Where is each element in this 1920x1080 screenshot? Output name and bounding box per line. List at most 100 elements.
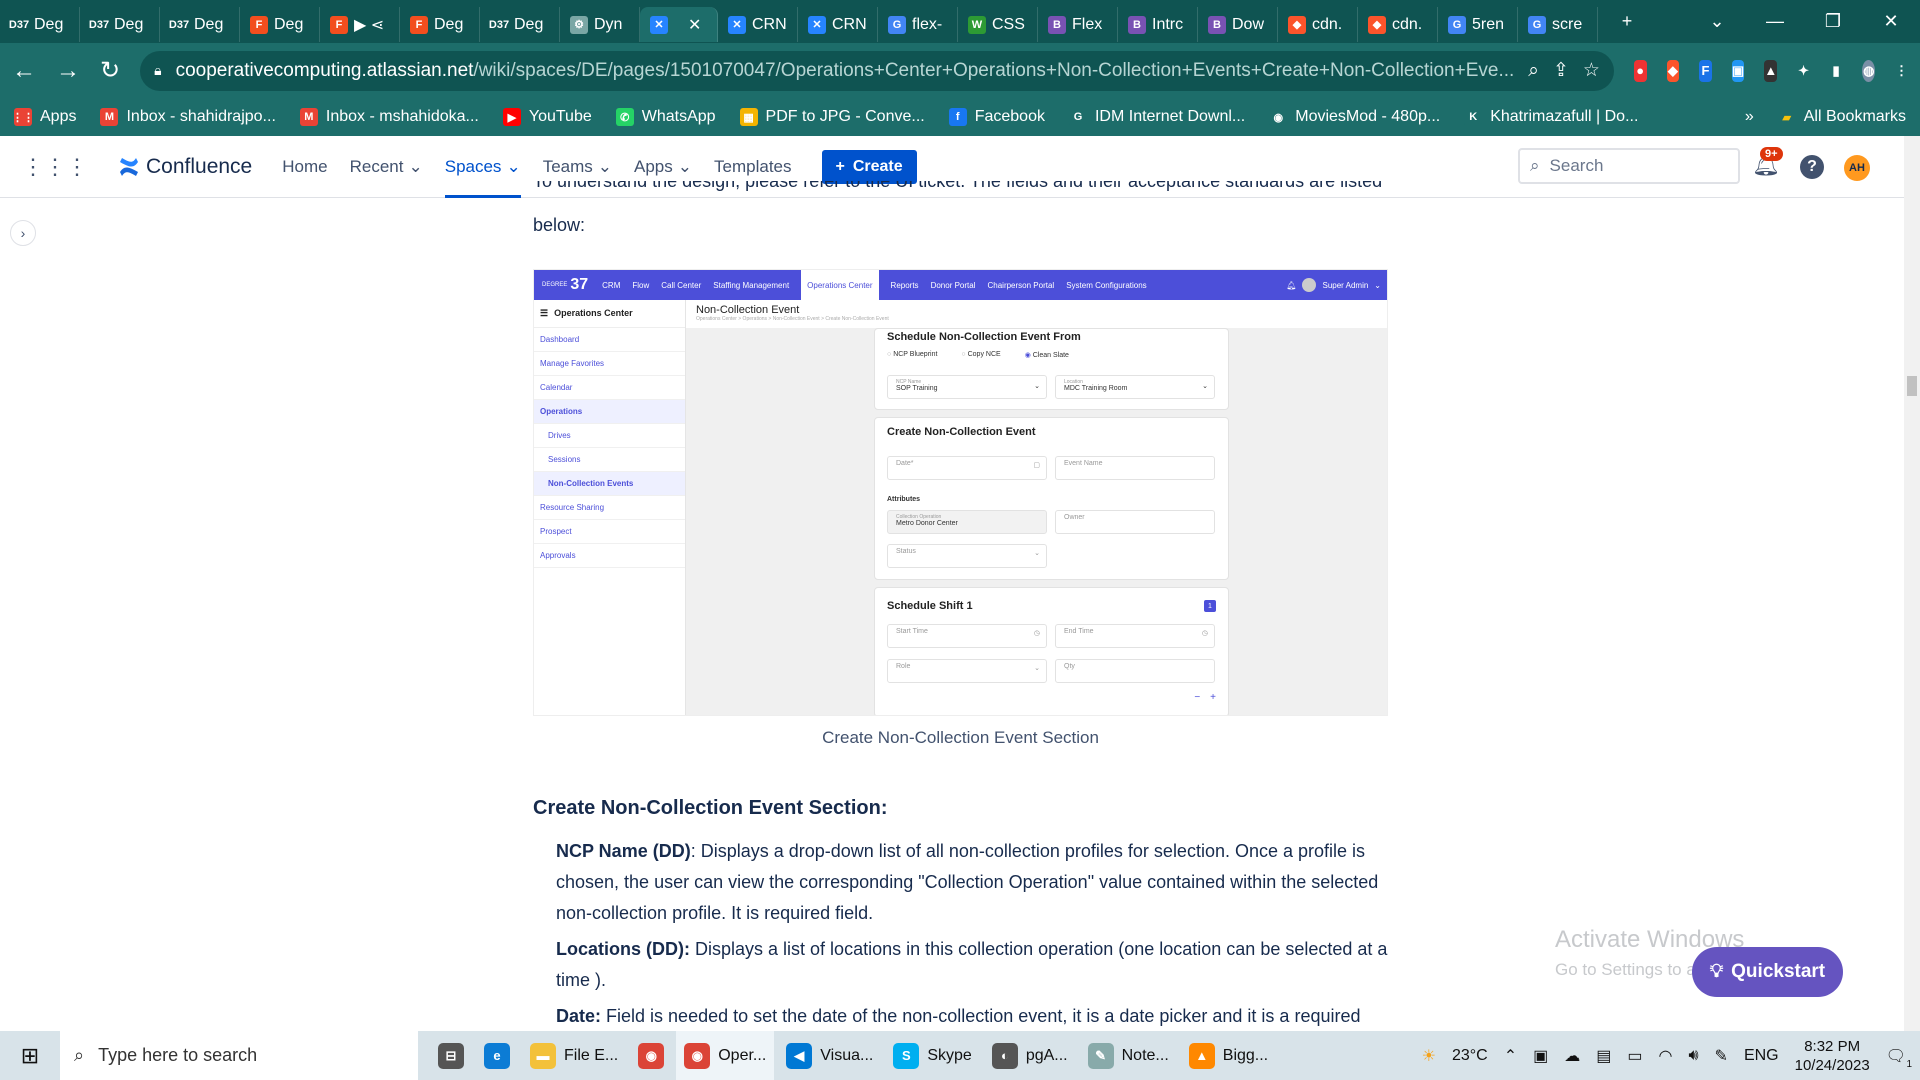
browser-tab[interactable]: ◆ cdn.	[1358, 7, 1438, 42]
browser-tab[interactable]: ✕ CRN	[798, 7, 878, 42]
extension-icon-2[interactable]: ◆	[1666, 59, 1680, 82]
browser-tab[interactable]: F Deg	[400, 7, 480, 42]
bookmark-item[interactable]: ⋮⋮ Apps	[12, 108, 76, 126]
taskbar-app[interactable]: ◐ pgA...	[984, 1031, 1076, 1080]
bookmark-item[interactable]: M Inbox - shahidrajpo...	[100, 108, 276, 126]
create-button[interactable]: + Create	[821, 149, 917, 184]
taskbar-app[interactable]: ◉ Oper...	[676, 1031, 775, 1080]
browser-tab[interactable]: ◆ cdn.	[1278, 7, 1358, 42]
onedrive-icon[interactable]: ☁	[1564, 1046, 1580, 1066]
bookmark-item[interactable]: K Khatrimazafull | Do...	[1464, 108, 1638, 126]
browser-tab[interactable]: W CSS	[958, 7, 1038, 42]
embedded-logo: DEGREE 37	[542, 276, 588, 294]
wifi-icon[interactable]: ◠	[1658, 1046, 1672, 1066]
taskbar-app[interactable]: S Skype	[885, 1031, 979, 1080]
tab-label: Deg	[194, 15, 224, 33]
browser-tab[interactable]: B Flex	[1038, 7, 1118, 42]
puzzle-icon[interactable]: ✦	[1797, 60, 1810, 82]
reload-icon[interactable]: ↻	[100, 56, 120, 85]
extension-icon-4[interactable]: ▣	[1731, 59, 1745, 82]
confluence-logo[interactable]: Confluence	[118, 155, 252, 179]
nav-label: Templates	[714, 156, 792, 176]
sidebar-expand-button[interactable]: ›	[10, 220, 36, 246]
browser-tab[interactable]: D37 Deg	[480, 7, 560, 42]
forward-icon[interactable]: →	[56, 57, 80, 85]
profile-avatar[interactable]: ◍	[1862, 59, 1876, 82]
nav-spaces[interactable]: Spaces ⌄	[444, 136, 521, 198]
browser-tab[interactable]: ⚙ Dyn	[560, 7, 640, 42]
bookmark-item[interactable]: ◉ MoviesMod - 480p...	[1269, 108, 1440, 126]
zoom-icon[interactable]: ⌕	[1528, 60, 1539, 82]
bookmark-label: WhatsApp	[641, 108, 716, 125]
app-switcher-icon[interactable]: ⋮⋮⋮	[22, 154, 88, 180]
tray-meet-icon[interactable]: ▣	[1533, 1046, 1548, 1066]
pen-icon[interactable]: ✎	[1715, 1046, 1728, 1066]
taskbar-app[interactable]: ◀ Visua...	[778, 1031, 881, 1080]
quickstart-button[interactable]: 💡︎ Quickstart	[1692, 947, 1843, 997]
browser-menu-icon[interactable]: ⋮	[1895, 60, 1908, 82]
tray-chevron-icon[interactable]: ⌃	[1504, 1046, 1517, 1066]
tab-search-chevron-icon[interactable]: ⌄	[1688, 11, 1746, 32]
embedded-card-shift: Schedule Shift 1 1 Start Time ◷ End Time ◷…	[874, 587, 1229, 715]
tray-app-icon[interactable]: ▤	[1596, 1046, 1611, 1066]
browser-tab[interactable]: G 5ren	[1438, 7, 1518, 42]
help-icon[interactable]: ?	[1800, 155, 1824, 179]
browser-tab[interactable]: D37 Deg	[80, 7, 160, 42]
embedded-ui-image[interactable]: DEGREE 37 CRM Flow Call Center Staffing Mana…	[533, 269, 1388, 716]
taskbar-app[interactable]: ✎ Note...	[1080, 1031, 1177, 1080]
window-close-icon[interactable]: ✕	[1862, 11, 1920, 32]
chevron-down-icon: ⌄	[408, 156, 423, 176]
browser-tab[interactable]: ✕ ✕	[640, 7, 718, 42]
bookmark-item[interactable]: M Inbox - mshahidoka...	[299, 108, 479, 126]
notifications-icon[interactable]: 🗨︎ 1	[1886, 1046, 1912, 1070]
back-icon[interactable]: ←	[12, 57, 36, 85]
battery-icon[interactable]: ▭	[1627, 1046, 1642, 1066]
bookmark-item[interactable]: ✆ WhatsApp	[615, 108, 716, 126]
url-field[interactable]: 🔒︎ cooperativecomputing.atlassian.net/wi…	[140, 50, 1614, 91]
browser-tab[interactable]: F Deg	[240, 7, 320, 42]
new-tab-icon[interactable]: +	[1598, 11, 1656, 32]
browser-tab[interactable]: B Dow	[1198, 7, 1278, 42]
browser-tab[interactable]: Gscre	[1518, 7, 1598, 42]
browser-tab[interactable]: D37 Deg	[0, 7, 80, 42]
bookmarks-overflow-icon[interactable]: »	[1745, 108, 1754, 126]
windows-start-icon[interactable]: ⊞	[0, 1043, 60, 1069]
all-bookmarks-button[interactable]: ▰ All Bookmarks	[1778, 108, 1906, 126]
browser-tab[interactable]: B Intrc	[1118, 7, 1198, 42]
weather-icon[interactable]: ☀	[1422, 1046, 1436, 1066]
share-icon[interactable]: ⇪	[1553, 59, 1569, 82]
search-input[interactable]: ⌕ Search	[1518, 148, 1740, 184]
nav-recent[interactable]: Recent ⌄	[350, 136, 423, 198]
extension-icon-5[interactable]: ▲	[1764, 59, 1778, 82]
browser-tab[interactable]: D37 Deg	[160, 7, 240, 42]
bookmark-item[interactable]: ▦ PDF to JPG - Conve...	[739, 108, 925, 126]
nav-home[interactable]: Home	[282, 136, 327, 198]
scrollbar-thumb[interactable]	[1907, 376, 1917, 396]
taskbar-app[interactable]: ◉	[630, 1031, 672, 1080]
bookmark-item[interactable]: ▶ YouTube	[502, 108, 592, 126]
restore-icon[interactable]: ❐	[1804, 11, 1862, 32]
page-scrollbar[interactable]	[1904, 136, 1920, 1031]
extension-icon-3[interactable]: F	[1699, 59, 1712, 82]
minimize-icon[interactable]: —	[1746, 11, 1804, 32]
system-tray: ☀ 23°C ⌃ ▣ ☁ ▤ ▭ ◠ 🔊︎ ✎ ENG 8:32 PM 10/24…	[1422, 1037, 1920, 1075]
extension-icon-1[interactable]: ●	[1633, 59, 1647, 82]
tab-close-icon[interactable]: ✕	[688, 15, 701, 35]
browser-tab[interactable]: ✕ CRN	[718, 7, 798, 42]
sidepanel-icon[interactable]: ▮	[1830, 60, 1843, 82]
bookmark-item[interactable]: G IDM Internet Downl...	[1068, 108, 1245, 126]
clock[interactable]: 8:32 PM 10/24/2023	[1795, 1037, 1870, 1075]
embedded-create-title: Create Non-Collection Event	[887, 426, 1036, 438]
browser-tab[interactable]: Gflex-	[878, 7, 958, 42]
taskbar-app[interactable]: ⊟	[430, 1031, 472, 1080]
volume-icon[interactable]: 🔊︎	[1688, 1047, 1698, 1065]
bookmark-star-icon[interactable]: ☆	[1583, 59, 1600, 82]
language-indicator[interactable]: ENG	[1744, 1047, 1779, 1065]
user-avatar[interactable]: AH	[1844, 155, 1870, 181]
bookmark-item[interactable]: f Facebook	[948, 108, 1045, 126]
taskbar-search-box[interactable]: ⌕ Type here to search	[60, 1031, 418, 1080]
browser-tab[interactable]: F ▶ ⋖	[320, 7, 400, 42]
taskbar-app[interactable]: e	[476, 1031, 518, 1080]
taskbar-app[interactable]: ▲ Bigg...	[1181, 1031, 1276, 1080]
taskbar-app[interactable]: ▬ File E...	[522, 1031, 626, 1080]
